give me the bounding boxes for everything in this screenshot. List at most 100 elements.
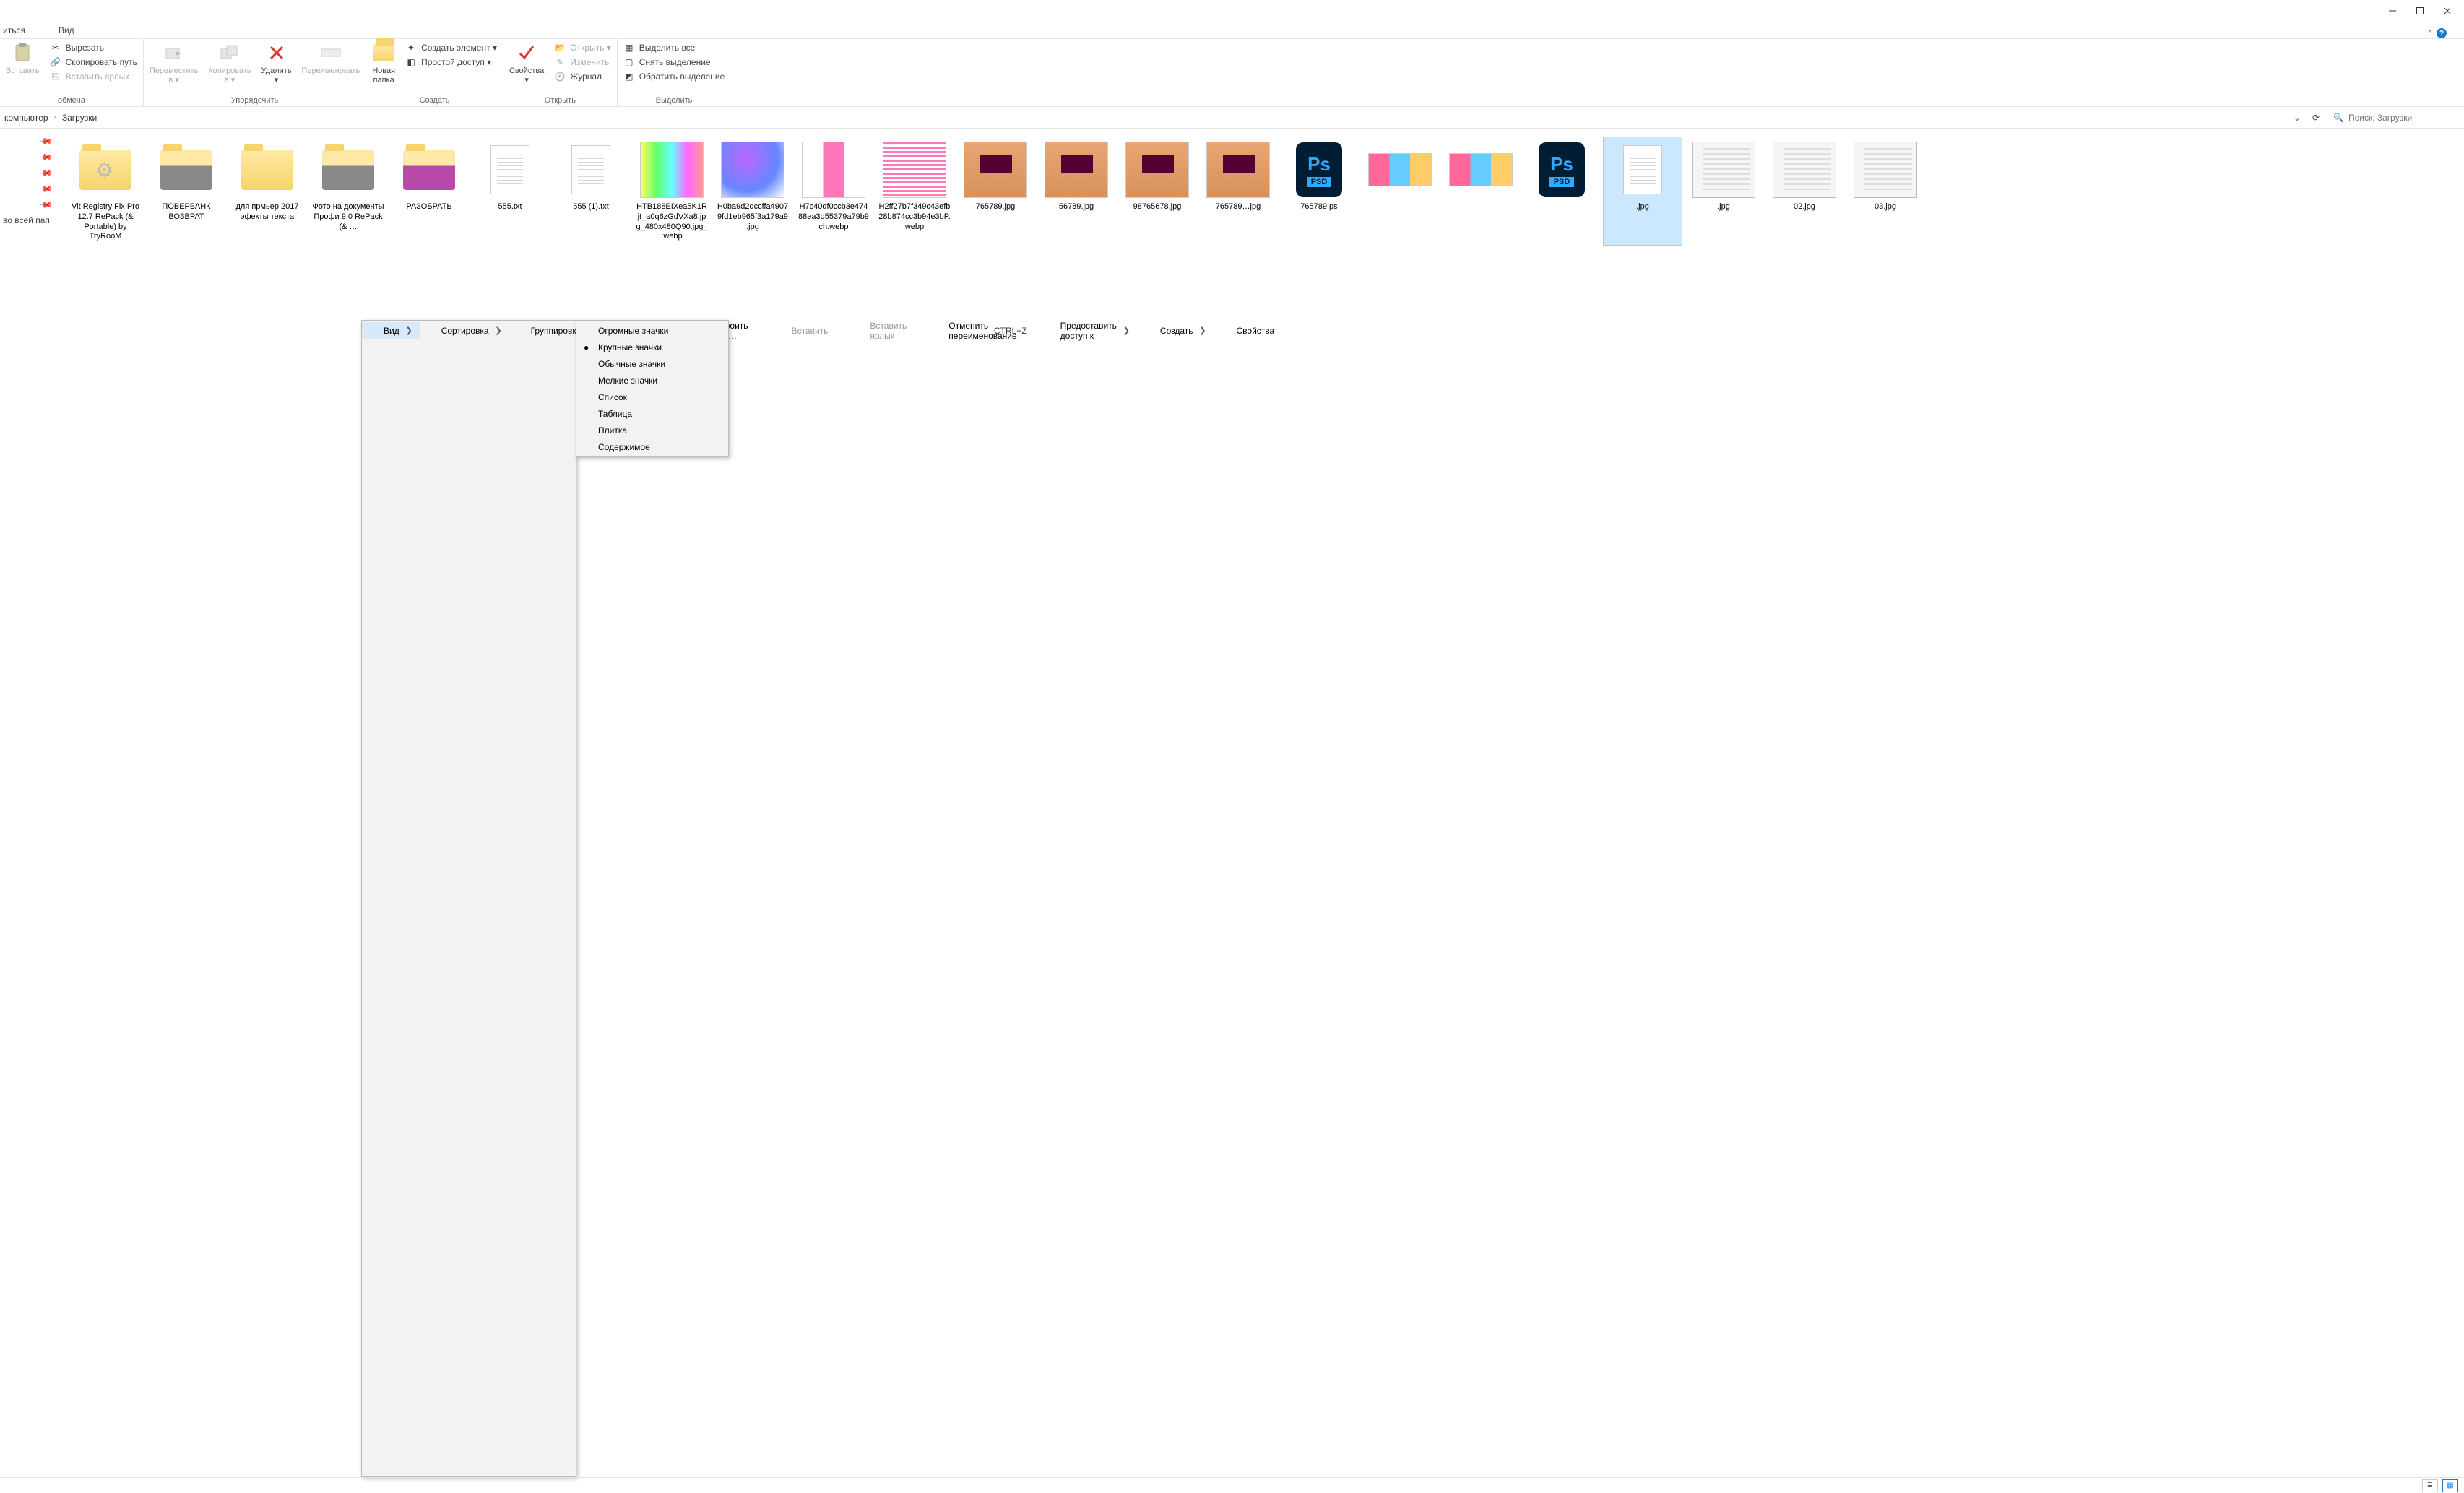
chevron-right-icon: ❯: [1123, 326, 1130, 335]
context-item[interactable]: Обычные значки: [576, 355, 728, 372]
context-item[interactable]: Содержимое: [576, 438, 728, 455]
file-name: Фото на документы Профи 9.0 RePack (& …: [312, 202, 384, 232]
edit-button: ✎Изменить: [554, 56, 610, 68]
context-item[interactable]: Предоставить доступ к❯: [1039, 322, 1137, 339]
file-name: H7c40df0ccb3e47488ea3d55379a79b9ch.webp: [797, 202, 870, 232]
file-item[interactable]: H7c40df0ccb3e47488ea3d55379a79b9ch.webp: [795, 137, 873, 245]
invert-selection-button[interactable]: ◩Обратить выделение: [623, 71, 725, 82]
file-name: 98765678.jpg: [1133, 202, 1182, 212]
refresh-button[interactable]: ⟳: [2305, 113, 2327, 123]
file-item[interactable]: РАЗОБРАТЬ: [390, 137, 468, 245]
file-item[interactable]: HTB188EIXea5K1Rjt_a0q6zGdVXa8.jpg_480x48…: [633, 137, 711, 245]
file-name: ПОВЕРБАНК ВОЗВРАТ: [150, 202, 222, 222]
file-item[interactable]: [1361, 137, 1439, 245]
search-input[interactable]: [2348, 113, 2460, 123]
search-box[interactable]: 🔍: [2327, 113, 2464, 123]
file-item[interactable]: 02.jpg: [1765, 137, 1843, 245]
context-submenu-view[interactable]: Огромные значкиКрупные значки●Обычные зн…: [576, 320, 729, 457]
open-icon: 📂: [554, 42, 566, 53]
group-label-open: Открыть: [509, 95, 611, 105]
nav-pane[interactable]: 📌 📌 📌 📌 📌 во всей пап: [0, 129, 53, 1477]
select-all-button[interactable]: ▦Выделить все: [623, 42, 725, 53]
context-item[interactable]: Плитка: [576, 422, 728, 438]
file-item[interactable]: 98765678.jpg: [1118, 137, 1196, 245]
file-thumbnail: [396, 140, 462, 199]
icons-view-button[interactable]: ▦: [2442, 1479, 2458, 1492]
file-item[interactable]: 56789.jpg: [1037, 137, 1115, 245]
ribbon-collapse-button[interactable]: ^: [2428, 28, 2432, 38]
copy-path-label: Скопировать путь: [66, 57, 137, 67]
file-item[interactable]: Vit Registry Fix Pro 12.7 RePack (& Port…: [66, 137, 144, 245]
file-item[interactable]: H2ff27b7f349c43efb28b874cc3b94e3bP.webp: [876, 137, 954, 245]
nav-item[interactable]: во всей пап: [3, 215, 50, 225]
context-item[interactable]: Таблица: [576, 405, 728, 422]
file-item[interactable]: 03.jpg: [1846, 137, 1924, 245]
maximize-button[interactable]: [2415, 6, 2425, 16]
delete-button[interactable]: Удалить ▾: [261, 42, 292, 85]
context-menu[interactable]: Вид❯Сортировка❯Группировка❯ОбновитьНастр…: [361, 320, 576, 1477]
file-item[interactable]: 555 (1).txt: [552, 137, 630, 245]
file-name: 02.jpg: [1794, 202, 1815, 212]
file-thumbnail: [881, 140, 948, 199]
copy-icon: [219, 42, 241, 64]
context-item[interactable]: Создать❯: [1138, 322, 1214, 339]
file-item[interactable]: 765789…jpg: [1199, 137, 1277, 245]
context-item[interactable]: Свойства: [1215, 322, 1295, 339]
copy-to-button: Копировать в ▾: [208, 42, 251, 85]
file-item[interactable]: [1442, 137, 1520, 245]
file-item[interactable]: .jpg: [1685, 137, 1763, 245]
tab-share[interactable]: иться: [0, 22, 28, 38]
properties-button[interactable]: Свойства ▾: [509, 42, 544, 85]
minimize-button[interactable]: [2387, 6, 2398, 16]
context-item[interactable]: Огромные значки: [576, 322, 728, 339]
file-name: H0ba9d2dccffa49079fd1eb965f3a179a9.jpg: [717, 202, 789, 232]
breadcrumb[interactable]: компьютер › Загрузки: [0, 113, 2289, 123]
file-thumbnail: [153, 140, 220, 199]
file-name: 765789…jpg: [1216, 202, 1261, 212]
cut-button[interactable]: ✂Вырезать: [50, 42, 137, 53]
tab-view[interactable]: Вид: [56, 22, 77, 38]
breadcrumb-part-downloads[interactable]: Загрузки: [62, 113, 97, 123]
new-item-button[interactable]: ✦Создать элемент ▾: [405, 42, 497, 53]
context-item[interactable]: Список: [576, 389, 728, 405]
file-thumbnail: [1852, 140, 1919, 199]
file-item[interactable]: Фото на документы Профи 9.0 RePack (& …: [309, 137, 387, 245]
file-item[interactable]: PsPSD: [1523, 137, 1601, 245]
history-icon: 🕘: [554, 71, 566, 82]
easy-access-button[interactable]: ◧Простой доступ ▾: [405, 56, 497, 68]
details-view-button[interactable]: ≣: [2422, 1479, 2438, 1492]
search-icon: 🔍: [2333, 113, 2344, 123]
history-button[interactable]: 🕘Журнал: [554, 71, 610, 82]
select-none-button[interactable]: ▢Снять выделение: [623, 56, 725, 68]
file-thumbnail: [1609, 140, 1676, 199]
file-item[interactable]: H0ba9d2dccffa49079fd1eb965f3a179a9.jpg: [714, 137, 792, 245]
context-item[interactable]: Мелкие значки: [576, 372, 728, 389]
breadcrumb-part-computer[interactable]: компьютер: [4, 113, 48, 123]
file-name: 56789.jpg: [1059, 202, 1094, 212]
new-folder-button[interactable]: Новая папка: [372, 42, 395, 85]
help-icon[interactable]: ?: [2437, 28, 2447, 38]
context-item[interactable]: Отменить переименованиеCTRL+Z: [927, 322, 1037, 339]
paste-button: Вставить: [6, 42, 40, 76]
context-item[interactable]: Крупные значки●: [576, 339, 728, 355]
file-thumbnail: [558, 140, 624, 199]
copy-path-button[interactable]: 🔗Скопировать путь: [50, 56, 137, 68]
file-item[interactable]: 555.txt: [471, 137, 549, 245]
file-thumbnail: [1205, 140, 1271, 199]
context-item[interactable]: Сортировка❯: [420, 322, 509, 339]
file-name: 03.jpg: [1875, 202, 1896, 212]
file-item[interactable]: PsPSD765789.ps: [1280, 137, 1358, 245]
move-icon: [163, 42, 185, 64]
close-button[interactable]: [2442, 6, 2452, 16]
move-to-label: Переместить в ▾: [150, 66, 198, 85]
paste-shortcut-button: ⎘Вставить ярлык: [50, 71, 137, 82]
pin-icon: 📌: [40, 182, 52, 194]
file-item[interactable]: ПОВЕРБАНК ВОЗВРАТ: [147, 137, 225, 245]
file-item[interactable]: 765789.jpg: [956, 137, 1034, 245]
address-dropdown-button[interactable]: ⌄: [2289, 113, 2305, 123]
file-item[interactable]: .jpg: [1604, 137, 1682, 245]
file-item[interactable]: для прмьер 2017 эфекты текста: [228, 137, 306, 245]
group-label-select: Выделить: [623, 95, 725, 105]
context-item[interactable]: Вид❯: [362, 322, 420, 339]
new-folder-label: Новая папка: [372, 66, 395, 85]
